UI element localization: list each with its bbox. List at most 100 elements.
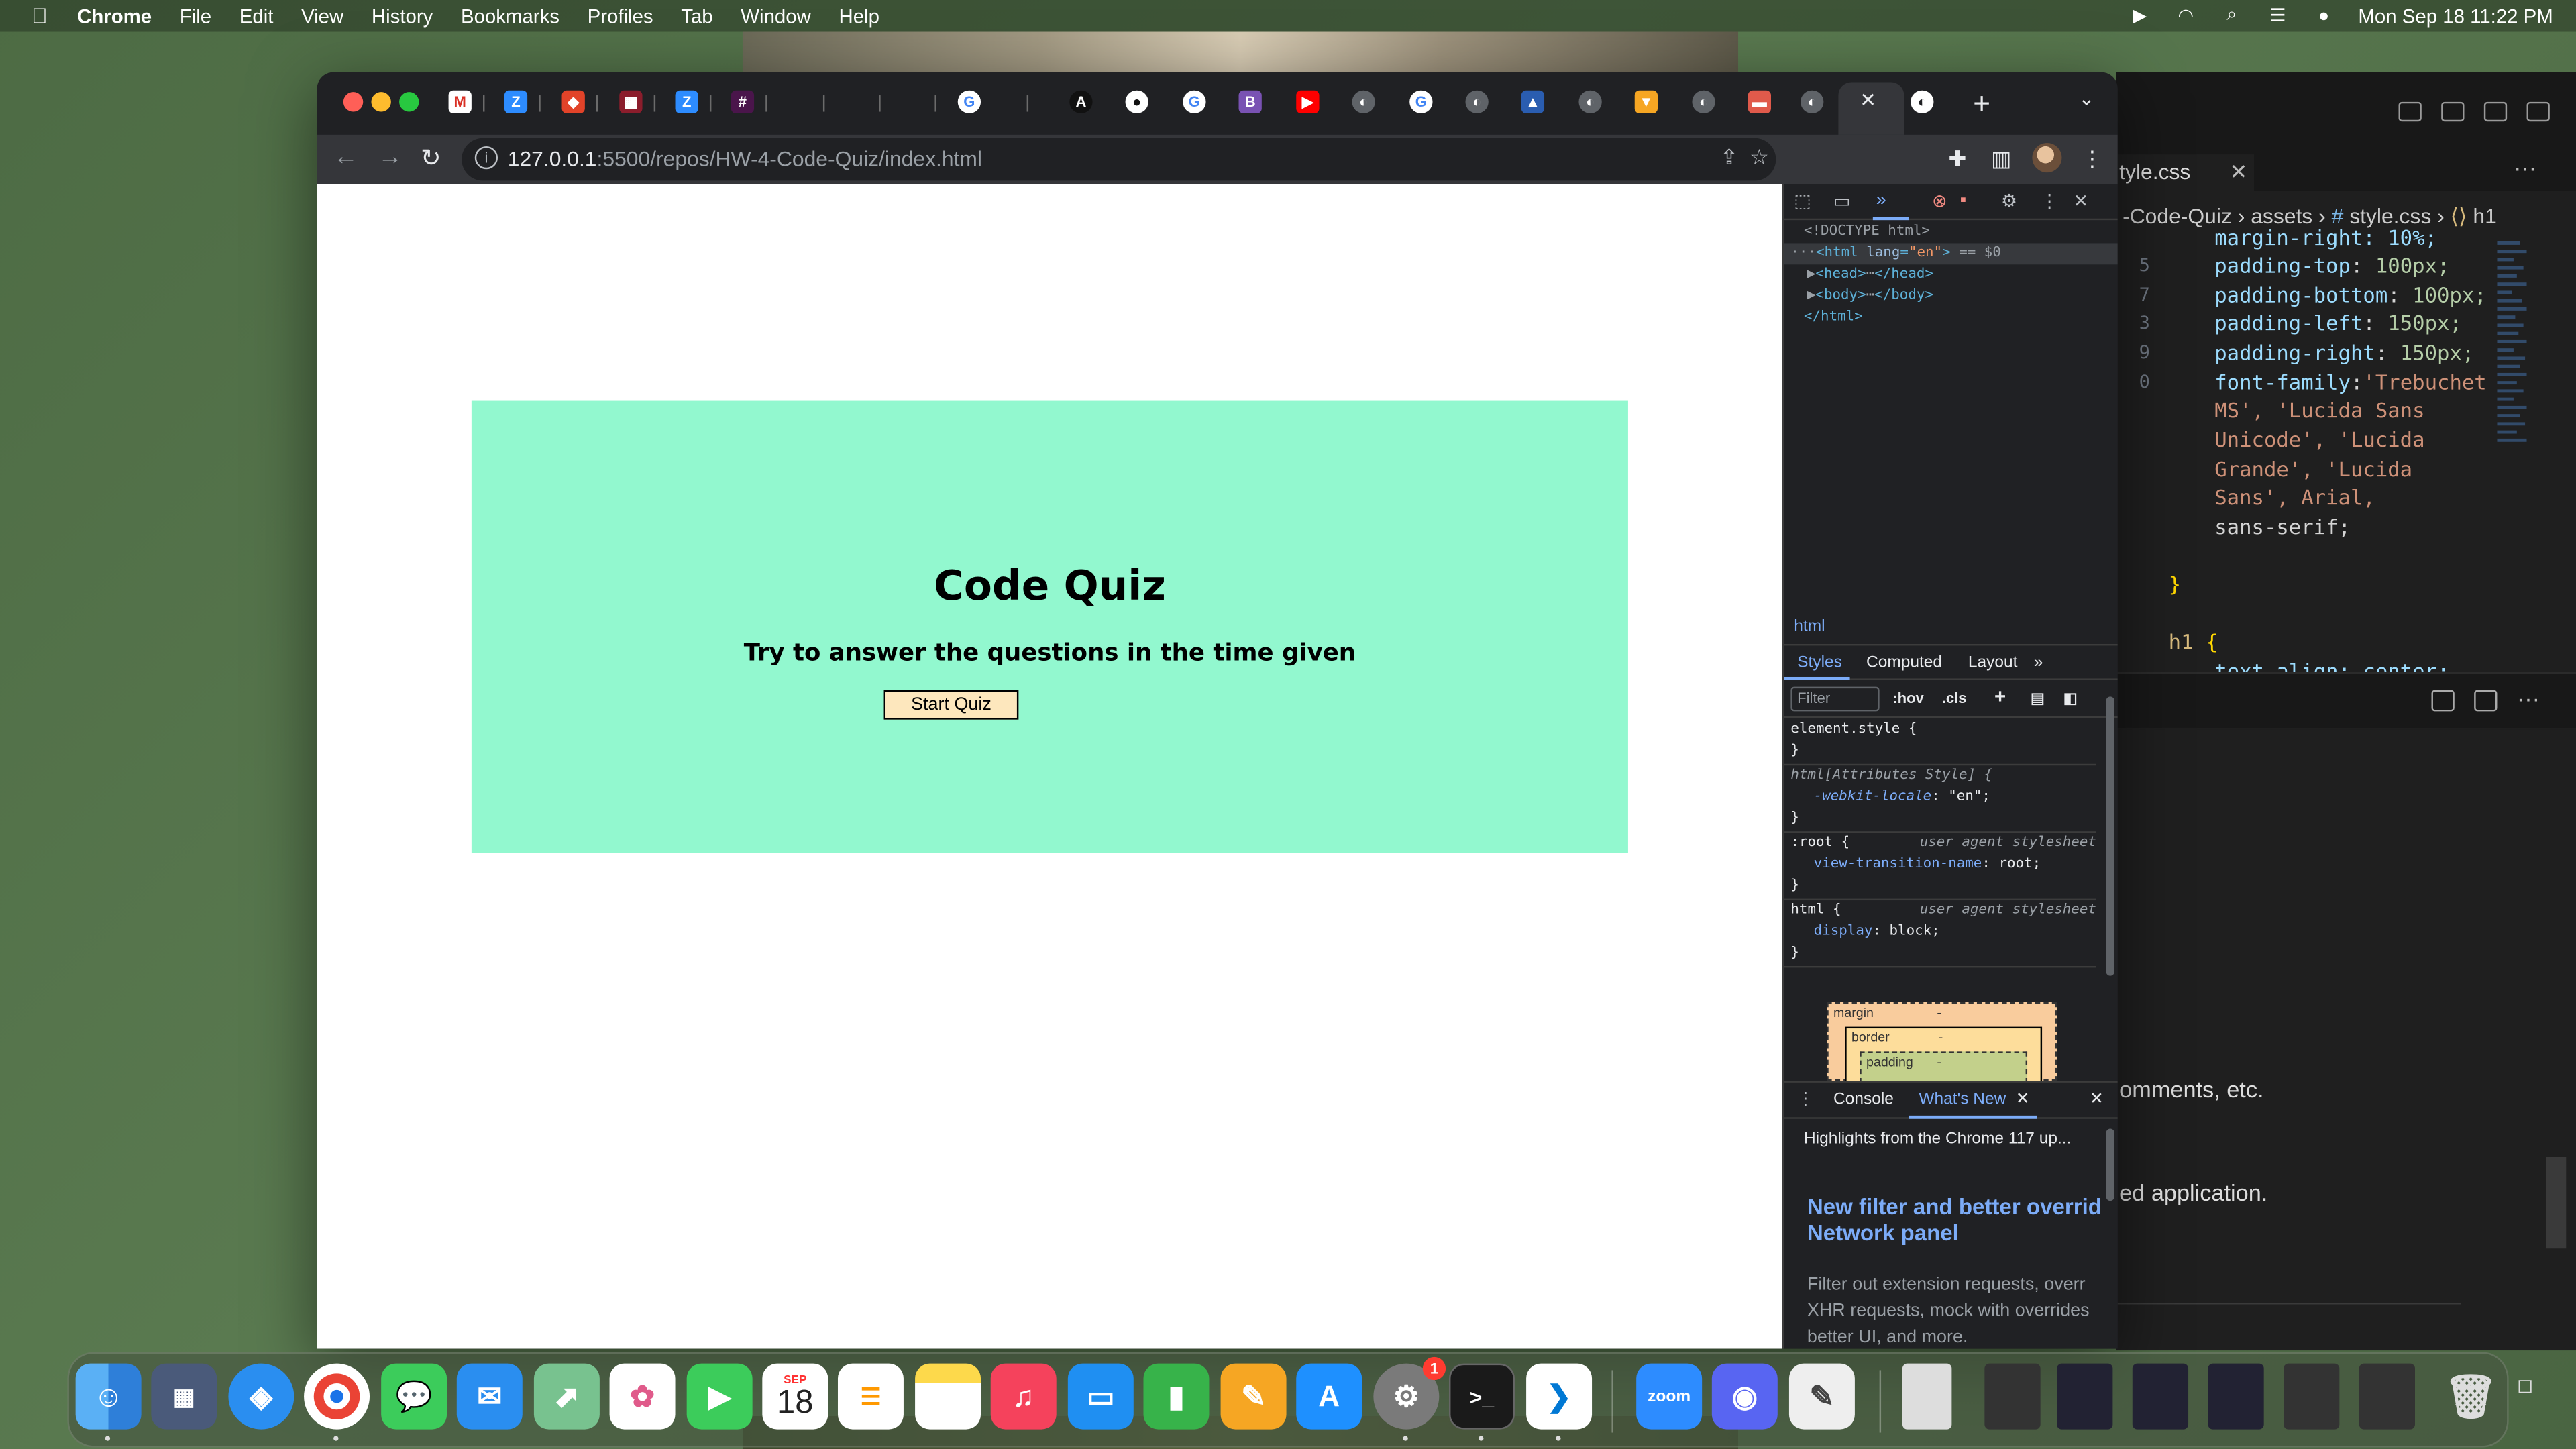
active-tab[interactable]: ✕: [1838, 82, 1904, 135]
image-tab-icon[interactable]: ▬: [1748, 90, 1772, 113]
search-icon[interactable]: ⌕: [2220, 5, 2243, 25]
split-editor-icon[interactable]: [2474, 690, 2498, 712]
tab-search-chevron-icon[interactable]: ⌄: [2078, 87, 2095, 110]
launchpad-icon[interactable]: ▦: [151, 1363, 217, 1430]
globe-tab-icon-2[interactable]: ◐: [1465, 90, 1489, 113]
close-whats-new-icon[interactable]: ✕: [2016, 1091, 2030, 1109]
control-center-icon[interactable]: ☰: [2266, 6, 2289, 26]
apple-menu-icon[interactable]: : [25, 3, 54, 28]
university-tab-icon[interactable]: ▦: [619, 90, 643, 113]
close-window-button[interactable]: [343, 92, 364, 112]
chrome-menu-icon[interactable]: ⋮: [2082, 146, 2103, 172]
styles-scrollbar[interactable]: [2106, 696, 2114, 976]
forward-icon[interactable]: →: [378, 143, 402, 171]
hover-state-toggle[interactable]: :hov: [1892, 690, 1924, 706]
mdn-tab-icon[interactable]: ▼: [1634, 90, 1658, 113]
menu-file[interactable]: File: [180, 4, 211, 27]
chrome-icon[interactable]: [304, 1363, 370, 1430]
devtools-menu-icon[interactable]: ⋮: [2041, 191, 2059, 212]
close-tab-icon[interactable]: ✕: [1860, 89, 1876, 111]
trash-icon[interactable]: 🗑: [2438, 1364, 2504, 1430]
rule-html[interactable]: html {user agent stylesheet display: blo…: [1784, 900, 2096, 968]
window-thumbnail-icon-2[interactable]: [2057, 1363, 2113, 1430]
dom-doctype[interactable]: <!DOCTYPE html>: [1784, 222, 2118, 244]
styles-filter-input[interactable]: Filter: [1790, 686, 1880, 712]
back-icon[interactable]: ←: [333, 143, 358, 171]
globe-tab-icon-5[interactable]: ◐: [1801, 90, 1824, 113]
facetime-icon[interactable]: ▶: [686, 1363, 753, 1430]
more-panels-icon[interactable]: »: [1876, 191, 1886, 210]
dom-body-node[interactable]: ▶<body>⋯</body>: [1784, 286, 2118, 307]
youtube-tab-icon[interactable]: ▶: [1296, 90, 1320, 113]
zoom-tab-icon[interactable]: Z: [504, 90, 528, 113]
reload-icon[interactable]: ↻: [421, 143, 441, 173]
live-server-tab-icon[interactable]: ◐: [1911, 90, 1934, 113]
gmail-tab-icon[interactable]: M: [448, 90, 472, 113]
drawer-scrollbar[interactable]: [2106, 1128, 2114, 1201]
window-thumbnail-icon-4[interactable]: [2208, 1363, 2264, 1430]
bookmark-star-icon[interactable]: ☆: [1750, 145, 1769, 171]
slack-tab-icon[interactable]: #: [731, 90, 755, 113]
tab-layout[interactable]: Layout: [1968, 654, 2018, 672]
reminders-icon[interactable]: ☰: [837, 1363, 904, 1430]
script-editor-icon[interactable]: ✎: [1788, 1363, 1855, 1430]
dom-head-node[interactable]: ▶<head>⋯</head>: [1784, 264, 2118, 286]
document-preview-icon[interactable]: [1902, 1363, 1952, 1430]
messages-icon[interactable]: 💬: [381, 1363, 447, 1430]
issues-icon[interactable]: ▪: [1960, 191, 1967, 210]
site-info-icon[interactable]: i: [474, 146, 498, 170]
dom-tree[interactable]: <!DOCTYPE html> ···<html lang="en"> == $…: [1784, 222, 2118, 329]
gitlab-tab-icon[interactable]: ◆: [561, 90, 585, 113]
bootstrap-tab-icon[interactable]: B: [1238, 90, 1262, 113]
scrollbar-thumb[interactable]: [2546, 1157, 2567, 1249]
globe-tab-icon-3[interactable]: ◐: [1578, 90, 1602, 113]
profile-avatar[interactable]: [2032, 143, 2062, 173]
new-tab-button[interactable]: +: [1973, 87, 1990, 121]
slides-tab-icon[interactable]: ▲: [1521, 90, 1545, 113]
class-toggle[interactable]: .cls: [1942, 690, 1967, 706]
toggle-sidebar-icon[interactable]: [2398, 101, 2422, 122]
device-toolbar-icon[interactable]: ▭: [1833, 191, 1850, 212]
breadcrumb-symbol[interactable]: h1: [2473, 204, 2496, 229]
more-icon[interactable]: ···: [2517, 685, 2540, 711]
pages-icon[interactable]: ✎: [1220, 1363, 1287, 1430]
menu-edit[interactable]: Edit: [239, 4, 274, 27]
inspect-element-icon[interactable]: ⬚: [1794, 191, 1811, 212]
globe-tab-icon-4[interactable]: ◐: [1692, 90, 1715, 113]
box-model-diagram[interactable]: margin - border - padding -: [1827, 1002, 2057, 1101]
toggle-secondary-sidebar-icon[interactable]: [2483, 101, 2508, 122]
drawer-menu-icon[interactable]: ⋮: [1797, 1091, 1813, 1109]
menu-window[interactable]: Window: [741, 4, 811, 27]
rule-root[interactable]: :root {user agent stylesheet view-transi…: [1784, 833, 2096, 901]
vscode-icon[interactable]: ❯: [1526, 1363, 1593, 1430]
tab-styles[interactable]: Styles: [1797, 654, 1842, 672]
editor-tab-style-css[interactable]: tyle.css ✕: [2116, 154, 2255, 191]
menu-view[interactable]: View: [301, 4, 343, 27]
dom-breadcrumb[interactable]: html: [1794, 618, 1825, 636]
settings-gear-icon[interactable]: ⚙: [2001, 191, 2017, 212]
music-icon[interactable]: ♫: [990, 1363, 1057, 1430]
start-quiz-button[interactable]: Start Quiz: [883, 690, 1019, 720]
minimap[interactable]: [2497, 237, 2533, 647]
toggle-panel-icon[interactable]: [2441, 101, 2465, 122]
sidebar-toggle-icon[interactable]: ◧: [2063, 690, 2078, 708]
dom-html-node[interactable]: ···<html lang="en"> == $0: [1784, 243, 2118, 265]
menu-chrome[interactable]: Chrome: [77, 4, 152, 27]
discord-icon[interactable]: ◉: [1711, 1363, 1778, 1430]
new-rule-icon[interactable]: +: [1994, 685, 2006, 708]
more-tabs-icon[interactable]: »: [2034, 654, 2043, 672]
window-thumbnail-icon-6[interactable]: [2359, 1363, 2416, 1430]
google-tab-icon-2[interactable]: G: [1183, 90, 1206, 113]
photos-icon[interactable]: ✿: [609, 1363, 676, 1430]
tab-whats-new[interactable]: What's New: [1919, 1091, 2006, 1109]
tab-console[interactable]: Console: [1833, 1091, 1894, 1109]
maps-icon[interactable]: ⬈: [533, 1363, 600, 1430]
minimize-window-button[interactable]: [371, 92, 391, 112]
keynote-icon[interactable]: ▭: [1067, 1363, 1134, 1430]
window-thumbnail-icon-5[interactable]: [2284, 1363, 2340, 1430]
menu-bookmarks[interactable]: Bookmarks: [461, 4, 559, 27]
side-panel-icon[interactable]: ▥: [1991, 146, 2011, 172]
safari-icon[interactable]: ◈: [228, 1363, 294, 1430]
menu-help[interactable]: Help: [839, 4, 879, 27]
menu-clock[interactable]: Mon Sep 18 11:22 PM: [2358, 4, 2553, 27]
